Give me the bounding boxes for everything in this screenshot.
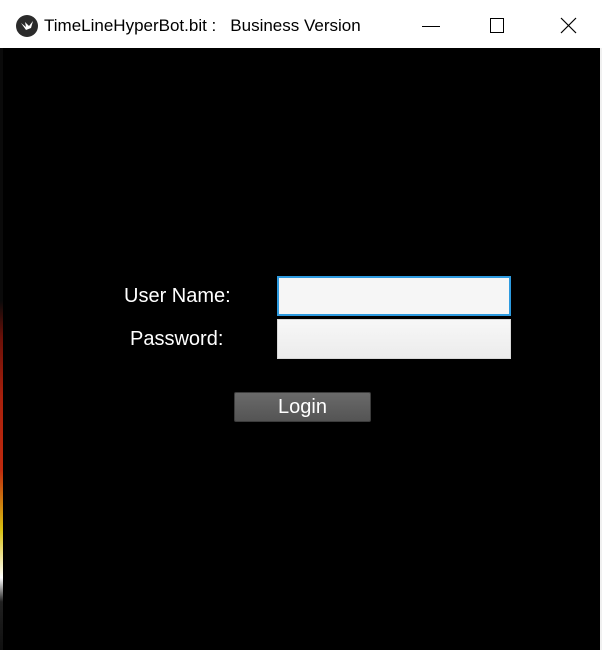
minimize-icon bbox=[422, 26, 440, 27]
app-window: TimeLineHyperBot.bit : Business Version U… bbox=[0, 0, 602, 650]
maximize-icon bbox=[490, 18, 504, 33]
window-title: TimeLineHyperBot.bit : bbox=[44, 16, 217, 35]
password-field[interactable] bbox=[277, 319, 511, 359]
title-bar[interactable]: TimeLineHyperBot.bit : Business Version bbox=[0, 0, 602, 48]
username-field[interactable] bbox=[277, 276, 511, 316]
login-button[interactable]: Login bbox=[234, 392, 371, 422]
username-label: User Name: bbox=[124, 285, 231, 307]
close-icon bbox=[560, 17, 577, 34]
window-subtitle: Business Version bbox=[230, 16, 361, 35]
minimize-button[interactable] bbox=[398, 0, 464, 48]
maximize-button[interactable] bbox=[464, 0, 530, 48]
kivy-logo-icon bbox=[16, 15, 38, 37]
password-label: Password: bbox=[130, 328, 224, 350]
window-title-group: TimeLineHyperBot.bit : Business Version bbox=[44, 16, 361, 36]
close-button[interactable] bbox=[534, 0, 600, 48]
